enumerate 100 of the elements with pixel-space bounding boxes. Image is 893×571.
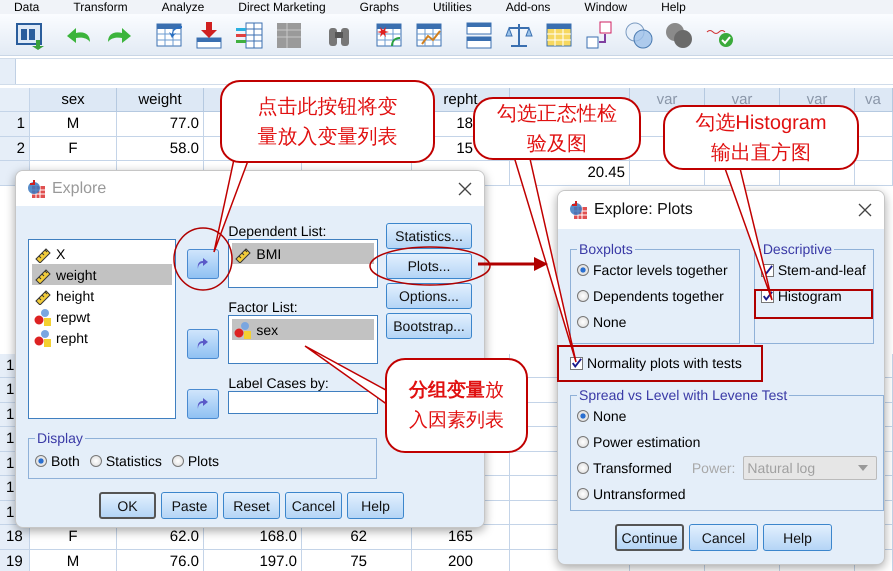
menu-item[interactable]: Transform <box>73 0 128 14</box>
dialog-button[interactable]: Paste <box>161 492 218 519</box>
arrow-icon <box>196 398 209 410</box>
option-label[interactable]: Factor levels together <box>593 262 728 278</box>
table-cell: M <box>30 112 117 136</box>
checkbox[interactable] <box>570 356 583 370</box>
field-label: Dependent List: <box>228 223 328 239</box>
variable-list[interactable] <box>228 391 378 414</box>
table-icon <box>26 178 46 198</box>
field-label: Label Cases by: <box>228 375 330 391</box>
row-number[interactable]: 2 <box>0 136 30 161</box>
variable-item[interactable]: repht <box>32 327 172 348</box>
option-label[interactable]: Normality plots with tests <box>587 355 742 371</box>
dialog-button[interactable]: Options... <box>386 283 472 309</box>
option-label[interactable]: Power estimation <box>593 434 700 450</box>
option-label[interactable]: Histogram <box>778 288 842 304</box>
table-cell: 200 <box>412 550 510 571</box>
variable-list[interactable]: sex <box>228 315 378 364</box>
menu-item[interactable]: Analyze <box>162 0 204 14</box>
cell-reference-box <box>0 59 16 84</box>
menu-item[interactable]: Help <box>661 0 686 14</box>
dialog-button[interactable]: Cancel <box>285 492 342 519</box>
variable-item[interactable]: height <box>32 285 172 306</box>
option-label[interactable]: Dependents together <box>593 288 724 304</box>
move-arrow-button[interactable] <box>186 389 219 419</box>
label-icon[interactable] <box>584 20 614 50</box>
close-icon[interactable] <box>858 203 872 217</box>
option-label[interactable]: Untransformed <box>593 486 686 502</box>
radio-button[interactable] <box>577 264 589 276</box>
radio-button[interactable] <box>577 488 589 500</box>
radio-button[interactable] <box>577 290 589 302</box>
group-label: Display <box>36 430 84 446</box>
table-cell: M <box>30 550 117 571</box>
dialog-title: Explore: Plots <box>594 201 694 219</box>
option-label[interactable]: Plots <box>188 453 219 469</box>
dialog-button[interactable]: Cancel <box>689 524 758 551</box>
circles-icon[interactable] <box>624 20 654 50</box>
caret-icon <box>858 465 868 471</box>
variable-item[interactable]: repwt <box>32 306 172 327</box>
table-icon <box>568 200 588 220</box>
variable-list[interactable]: X weight height repwt repht <box>28 239 176 419</box>
option-label[interactable]: Both <box>51 453 80 469</box>
option-label[interactable]: Stem-and-leaf <box>778 262 866 278</box>
option-label[interactable]: Statistics <box>106 453 162 469</box>
table-cell: 77.0 <box>117 112 204 136</box>
option-label[interactable]: Transformed <box>593 460 672 476</box>
dialog-button[interactable]: Bootstrap... <box>386 313 472 339</box>
dialog-title: Explore <box>52 180 108 198</box>
variable-item[interactable]: BMI <box>232 243 374 264</box>
column-header[interactable]: sex <box>30 88 117 112</box>
dialog-button[interactable]: OK <box>99 492 156 519</box>
callout-tooltip: 点击此按钮将变 量放入变量列表 <box>220 80 435 163</box>
dialog-button[interactable]: Statistics... <box>386 223 472 249</box>
table-cell: 76.0 <box>117 550 204 571</box>
nominal-variable-icon <box>234 320 252 338</box>
option-label[interactable]: None <box>593 408 626 424</box>
row-number[interactable]: 18 <box>0 525 30 550</box>
radio-button[interactable] <box>577 436 589 448</box>
radio-button[interactable] <box>577 410 589 422</box>
radio-button[interactable] <box>90 455 102 467</box>
group-label: Spread vs Level with Levene Test <box>578 387 788 403</box>
group-label: Boxplots <box>578 241 634 257</box>
nominal-variable-icon <box>34 328 52 346</box>
radio-button[interactable] <box>577 462 589 474</box>
menu-item[interactable]: Window <box>584 0 628 14</box>
row-number[interactable]: 1 <box>0 112 30 136</box>
move-arrow-button[interactable] <box>186 249 219 279</box>
dialog-button[interactable]: Help <box>347 492 404 519</box>
dialog-button[interactable]: Reset <box>223 492 280 519</box>
radio-button[interactable] <box>577 316 589 328</box>
table-icon[interactable] <box>464 20 494 50</box>
field-label: Factor List: <box>228 299 299 315</box>
dialog-button[interactable]: Continue <box>615 524 684 551</box>
variable-item[interactable]: weight <box>32 264 172 285</box>
callout-tooltip: 勾选Histogram 输出直方图 <box>663 105 859 170</box>
arrow-icon <box>196 258 209 270</box>
menu-item[interactable]: Utilities <box>433 0 472 14</box>
table-cell: F <box>30 136 117 161</box>
radio-button[interactable] <box>35 455 47 467</box>
menu-item[interactable]: Graphs <box>360 0 400 14</box>
close-icon[interactable] <box>458 182 472 196</box>
radio-button[interactable] <box>172 455 184 467</box>
dialog-button[interactable]: Plots... <box>386 253 472 279</box>
menu-item[interactable]: Add-ons <box>506 0 550 14</box>
table-down-arrow-icon[interactable] <box>194 20 224 50</box>
menu-item[interactable]: Data <box>14 0 40 14</box>
variable-item[interactable]: X <box>32 243 172 264</box>
column-header[interactable]: weight <box>117 88 204 112</box>
menu-item[interactable]: Direct Marketing <box>238 0 326 14</box>
option-label[interactable]: None <box>593 314 626 330</box>
row-number[interactable]: 19 <box>0 550 30 571</box>
dialog-button[interactable]: Help <box>763 524 832 551</box>
variable-item[interactable]: sex <box>232 319 374 340</box>
header-cell <box>0 88 30 112</box>
move-arrow-button[interactable] <box>186 329 219 359</box>
variable-list[interactable]: BMI <box>228 239 378 288</box>
table-icon[interactable] <box>234 20 264 50</box>
arrow-icon <box>196 338 209 350</box>
table-cell: 75 <box>302 550 412 571</box>
field-label: Power: <box>692 460 736 476</box>
